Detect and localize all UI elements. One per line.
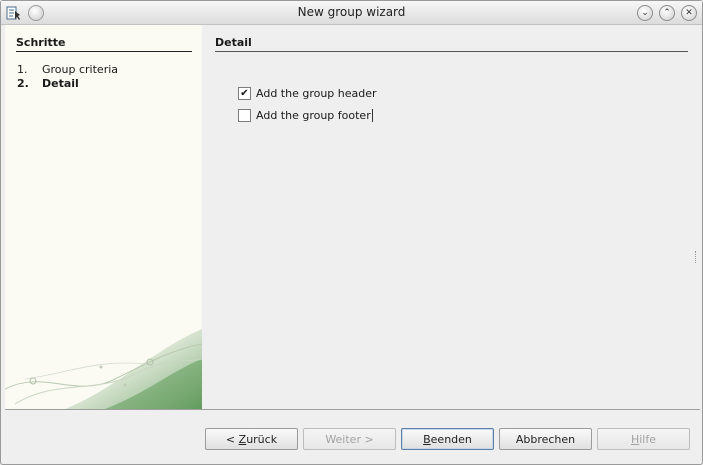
back-prefix: < bbox=[225, 432, 239, 446]
decorative-leaf-graphic bbox=[5, 329, 202, 409]
finish-rest: eenden bbox=[430, 432, 472, 446]
help-rest: ilfe bbox=[639, 432, 657, 446]
group-footer-checkbox[interactable] bbox=[238, 109, 251, 122]
detail-panel: Detail ✔ Add the group header Add the gr… bbox=[203, 25, 700, 409]
cancel-button[interactable]: Abbrechen bbox=[499, 428, 592, 450]
focus-cursor bbox=[371, 109, 373, 122]
step-label: Detail bbox=[42, 77, 79, 90]
close-icon: ✕ bbox=[685, 7, 693, 18]
step-number: 1. bbox=[17, 63, 28, 76]
help-button[interactable]: Hilfe bbox=[597, 428, 690, 450]
step-detail[interactable]: 2. Detail bbox=[17, 77, 79, 90]
group-header-checkbox[interactable]: ✔ bbox=[238, 87, 251, 100]
maximize-icon: ⌃ bbox=[663, 7, 671, 18]
minimize-button[interactable]: ⌄ bbox=[637, 5, 653, 21]
back-rest: urück bbox=[246, 432, 278, 446]
next-label: Weiter > bbox=[325, 432, 374, 446]
back-button[interactable]: < Zurück bbox=[205, 428, 298, 450]
window-title: New group wizard bbox=[297, 5, 406, 19]
finish-button[interactable]: Beenden bbox=[401, 428, 494, 450]
back-mnemonic: Z bbox=[238, 432, 247, 446]
maximize-button[interactable]: ⌃ bbox=[659, 5, 675, 21]
group-header-option[interactable]: ✔ Add the group header bbox=[238, 87, 377, 100]
next-button[interactable]: Weiter > bbox=[303, 428, 396, 450]
cancel-label: Abbrechen bbox=[515, 432, 576, 446]
detail-heading: Detail bbox=[215, 36, 688, 52]
button-separator bbox=[5, 409, 700, 410]
group-footer-label[interactable]: Add the group footer bbox=[256, 109, 371, 122]
title-bar[interactable]: New group wizard ⌄ ⌃ ✕ bbox=[1, 1, 702, 25]
group-footer-option[interactable]: Add the group footer bbox=[238, 109, 373, 122]
steps-panel: Schritte 1. Group criteria 2. Detail bbox=[5, 25, 202, 409]
resize-grip-icon[interactable] bbox=[695, 251, 698, 263]
minimize-icon: ⌄ bbox=[641, 7, 649, 18]
step-group-criteria[interactable]: 1. Group criteria bbox=[17, 63, 118, 76]
close-button[interactable]: ✕ bbox=[681, 5, 697, 21]
steps-heading: Schritte bbox=[16, 36, 192, 52]
step-label: Group criteria bbox=[42, 63, 119, 76]
finish-mnemonic: B bbox=[423, 432, 431, 446]
help-mnemonic: H bbox=[630, 432, 640, 446]
step-number: 2. bbox=[17, 77, 29, 90]
group-header-label[interactable]: Add the group header bbox=[256, 87, 377, 100]
wizard-window: New group wizard ⌄ ⌃ ✕ Schritte 1. Group … bbox=[0, 0, 703, 465]
